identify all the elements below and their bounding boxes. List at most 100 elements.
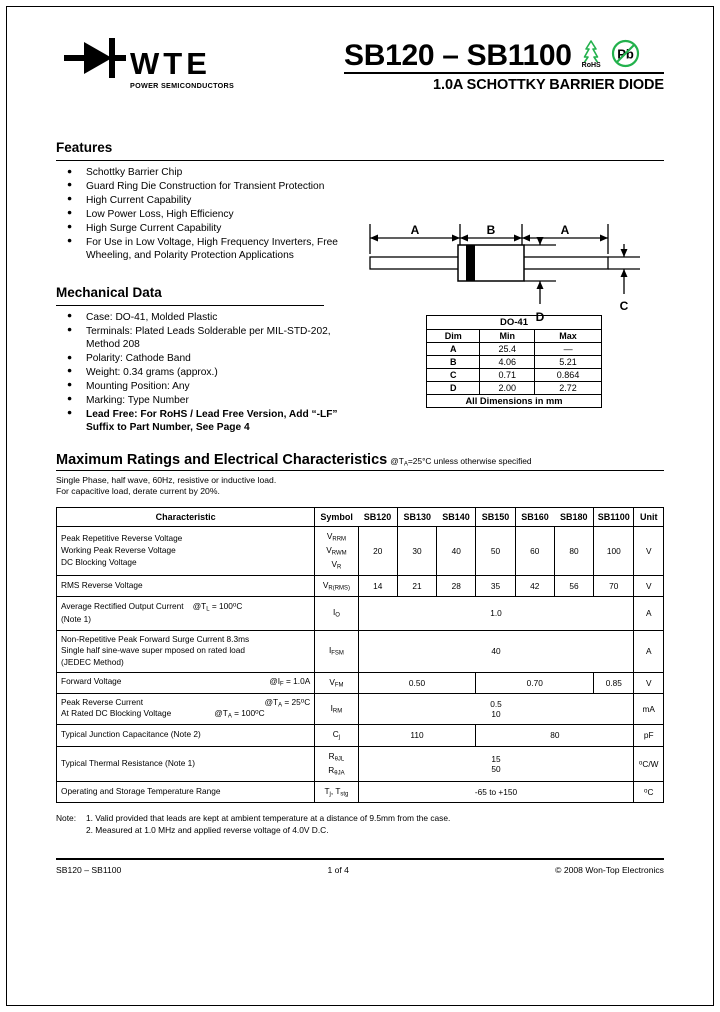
symbol-line: Cj xyxy=(332,729,341,741)
dim-col-header: Max xyxy=(534,328,602,343)
rohs-label: RoHS xyxy=(580,62,602,69)
logo-wordmark: WTE xyxy=(130,46,211,81)
value-line: 10 xyxy=(491,708,501,719)
value-merged: 1.0 xyxy=(357,595,635,631)
list-item: Marking: Type Number xyxy=(56,393,356,407)
title-divider xyxy=(344,72,664,74)
row-characteristic: RMS Reverse Voltage xyxy=(55,575,316,597)
features-divider xyxy=(56,160,664,161)
row-unit: A xyxy=(633,630,664,673)
list-item: Case: DO-41, Molded Plastic xyxy=(56,310,356,324)
mechanical-list: Case: DO-41, Molded Plastic Terminals: P… xyxy=(56,310,356,435)
value-sb130: 30 xyxy=(396,525,438,576)
col-sb130: SB130 xyxy=(396,506,437,527)
value-sb120: 20 xyxy=(357,525,398,576)
row-characteristic: Typical Junction Capacitance (Note 2) xyxy=(55,723,316,747)
col-sb160: SB160 xyxy=(514,506,555,527)
dimension-table: DO-41 Dim Min Max A 25.4 — B 4.06 5.21 C… xyxy=(425,314,602,408)
row-symbol: IO xyxy=(314,595,359,631)
char-line: Peak Reverse Current @TA = 25oC xyxy=(61,696,311,708)
dim-col-header: Min xyxy=(479,328,536,343)
svg-text:B: B xyxy=(487,223,496,237)
note-line: 2. Measured at 1.0 MHz and applied rever… xyxy=(56,824,664,836)
value-merged: -65 to +150 xyxy=(357,780,635,803)
dim-max: 2.72 xyxy=(534,380,602,395)
symbol-line: VRWM xyxy=(326,544,347,557)
ratings-table: Characteristic Symbol SB120 SB130 SB140 … xyxy=(55,506,664,803)
value-sb1100: 100 xyxy=(593,525,635,576)
svg-text:A: A xyxy=(561,223,570,237)
dim-max: — xyxy=(534,341,602,356)
value-sb140: 28 xyxy=(436,575,477,597)
list-item: For Use in Low Voltage, High Frequency I… xyxy=(56,235,356,263)
list-item: Low Power Loss, High Efficiency xyxy=(56,207,356,221)
char-line: Peak Repetitive Reverse Voltage xyxy=(61,533,183,544)
table-row: A 25.4 — xyxy=(425,341,602,356)
row-characteristic: Forward Voltage @IF = 1.0A xyxy=(55,671,316,694)
dim-name: D xyxy=(425,380,481,395)
char-line: At Rated DC Blocking Voltage @TA = 100oC xyxy=(61,708,265,720)
value-merged: 40 xyxy=(357,630,635,673)
dim-name: C xyxy=(425,367,481,382)
value-merged: 0.5 10 xyxy=(357,692,635,725)
logo-tagline: POWER SEMICONDUCTORS xyxy=(130,81,235,90)
value-group-mid: 0.70 xyxy=(475,671,595,694)
row-symbol: RθJL RθJA xyxy=(314,745,359,782)
symbol-line: IFSM xyxy=(328,645,344,657)
char-line: Forward Voltage @IF = 1.0A xyxy=(61,676,311,688)
table-row: Peak Repetitive Reverse Voltage Working … xyxy=(55,525,664,576)
char-line: DC Blocking Voltage xyxy=(61,556,137,567)
col-sb140: SB140 xyxy=(436,506,477,527)
footer-part-range: SB120 – SB1100 xyxy=(56,865,122,876)
features-heading: Features xyxy=(56,140,113,155)
row-characteristic: Peak Repetitive Reverse Voltage Working … xyxy=(55,525,316,576)
list-item: Lead Free: For RoHS / Lead Free Version,… xyxy=(56,407,356,435)
row-symbol: IRM xyxy=(314,692,359,725)
features-section: Features xyxy=(56,140,664,161)
col-unit: Unit xyxy=(633,506,664,527)
row-unit: V xyxy=(633,575,664,597)
title-row: SB120 – SB1100 RoHS xyxy=(344,38,664,71)
list-item: High Current Capability xyxy=(56,193,356,207)
footer-copyright: © 2008 Won-Top Electronics xyxy=(555,865,664,876)
table-row: Average Rectified Output Current @TL = 1… xyxy=(55,595,664,631)
row-unit: A xyxy=(633,595,664,631)
ratings-heading: Maximum Ratings and Electrical Character… xyxy=(56,451,388,468)
symbol-line: RθJA xyxy=(328,764,345,777)
list-item: Guard Ring Die Construction for Transien… xyxy=(56,179,356,193)
page-title: SB120 – SB1100 xyxy=(344,38,572,72)
table-row: C 0.71 0.864 xyxy=(425,367,602,382)
col-symbol: Symbol xyxy=(314,506,359,527)
table-row: D 2.00 2.72 xyxy=(425,380,602,395)
ratings-condition-suffix: =25°C unless otherwise specified xyxy=(407,455,532,466)
char-line: Non-Repetitive Peak Forward Surge Curren… xyxy=(61,633,250,644)
row-characteristic: Peak Reverse Current @TA = 25oC At Rated … xyxy=(55,692,316,725)
row-symbol: VR(RMS) xyxy=(314,575,359,597)
char-line: RMS Reverse Voltage xyxy=(61,579,143,590)
value-group-high: 80 xyxy=(475,723,635,747)
value-sb160: 42 xyxy=(514,575,555,597)
value-group-low: 0.50 xyxy=(357,671,477,694)
list-item: High Surge Current Capability xyxy=(56,221,356,235)
dim-name: A xyxy=(425,341,481,356)
value-sb140: 40 xyxy=(436,525,477,576)
row-symbol: Cj xyxy=(314,723,359,747)
ratings-divider xyxy=(56,469,664,471)
dim-table-footer: All Dimensions in mm xyxy=(426,393,602,408)
table-row: Typical Junction Capacitance (Note 2) Cj… xyxy=(55,723,664,747)
row-characteristic: Typical Thermal Resistance (Note 1) xyxy=(55,745,316,782)
table-row: Forward Voltage @IF = 1.0A VFM 0.50 0.70 … xyxy=(55,671,664,694)
symbol-line: RθJL xyxy=(328,750,345,763)
row-unit: oC xyxy=(633,780,664,803)
row-unit: oC/W xyxy=(633,745,664,782)
symbol-line: IRM xyxy=(330,702,343,714)
table-row: B 4.06 5.21 xyxy=(425,354,602,369)
row-characteristic: Operating and Storage Temperature Range xyxy=(55,780,316,803)
notes-label: Note: xyxy=(56,812,77,823)
value-sb130: 21 xyxy=(396,575,438,597)
mechanical-divider xyxy=(56,304,324,306)
row-symbol: IFSM xyxy=(314,630,359,673)
symbol-line: VR(RMS) xyxy=(322,579,350,592)
svg-text:A: A xyxy=(411,223,420,237)
diode-symbol-icon xyxy=(64,38,126,78)
